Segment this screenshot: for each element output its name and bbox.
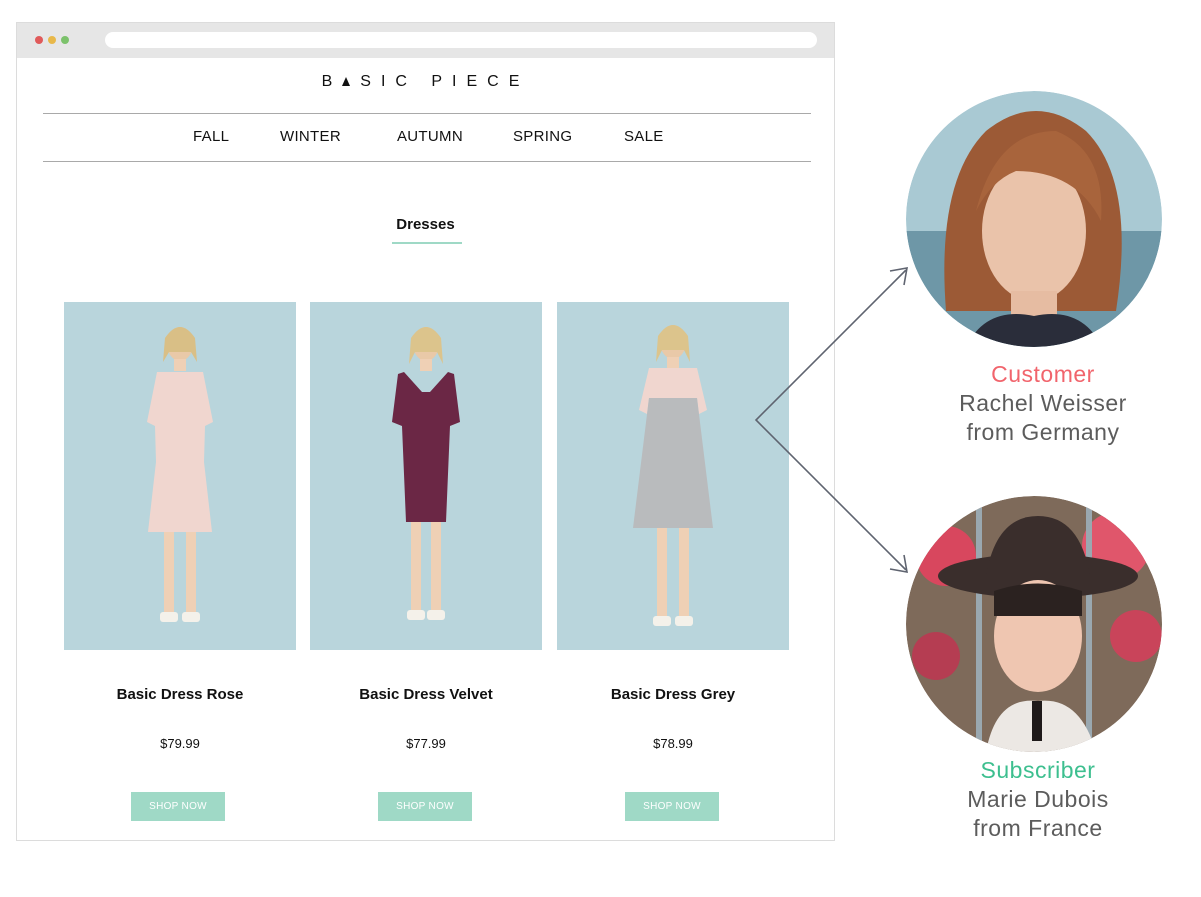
persona-role: Customer [991, 361, 1095, 387]
customer-caption: Customer Rachel Weisser from Germany [923, 360, 1163, 447]
customer-avatar [906, 91, 1162, 347]
persona-origin: from Germany [966, 419, 1120, 445]
persona-role: Subscriber [980, 757, 1096, 783]
persona-name: Marie Dubois [967, 786, 1109, 812]
persona-name: Rachel Weisser [959, 390, 1127, 416]
subscriber-avatar [906, 496, 1162, 752]
stage: B SIC PIECE FALL WINTER AUTUMN SPRING SA… [0, 0, 1201, 897]
persona-origin: from France [973, 815, 1103, 841]
subscriber-caption: Subscriber Marie Dubois from France [918, 756, 1158, 843]
